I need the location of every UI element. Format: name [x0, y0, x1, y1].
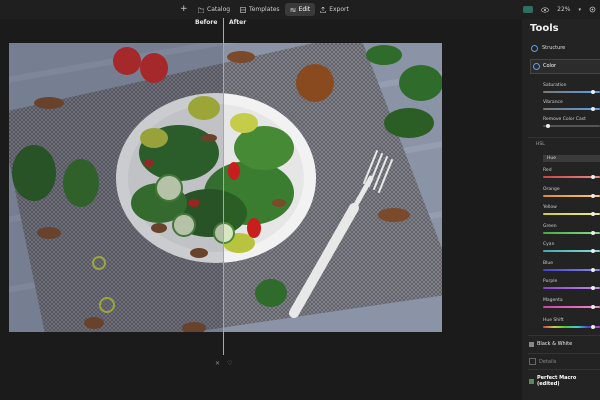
slider-label: Hue Shift: [543, 318, 564, 323]
slider-knob[interactable]: [590, 325, 595, 329]
slider-label: Purple: [543, 279, 558, 284]
slider-label: Red: [543, 168, 552, 173]
slider-knob[interactable]: [590, 193, 595, 198]
template-icon: [240, 6, 246, 13]
slider-knob[interactable]: [590, 249, 595, 253]
slider-track[interactable]: [543, 175, 600, 179]
black-white-section[interactable]: Black & White: [529, 341, 572, 347]
details-section[interactable]: Details: [529, 358, 556, 365]
slider-knob[interactable]: [590, 267, 595, 272]
preset-icon: [529, 378, 534, 384]
photo-illustration: [9, 43, 442, 332]
color-section-header[interactable]: Color: [530, 59, 600, 74]
slider-knob[interactable]: [590, 212, 595, 216]
nav-catalog[interactable]: Catalog: [193, 3, 235, 16]
edit-icon: [289, 7, 296, 12]
canvas-bottom-controls: ✕ ♡: [215, 360, 232, 367]
slider-knob[interactable]: [590, 304, 595, 309]
hue-chip-label: Hue: [547, 156, 557, 161]
slider-track[interactable]: [543, 325, 600, 329]
panel-title: Tools: [530, 23, 559, 34]
slider-label: Magenta: [543, 297, 563, 303]
after-label: After: [229, 19, 247, 26]
slider-label: Saturation: [543, 83, 567, 88]
nav-edit[interactable]: Edit: [284, 3, 316, 16]
slider-track[interactable]: [543, 124, 600, 128]
structure-label: Structure: [542, 45, 566, 51]
salad-photo: [9, 43, 442, 332]
separator: [528, 335, 600, 336]
slider-label: Cyan: [543, 242, 555, 247]
slider-label: Orange: [543, 186, 560, 192]
color-label: Color: [543, 63, 557, 69]
compare-toggle[interactable]: [523, 6, 534, 13]
top-toolbar: + Catalog Templates Edit Export 22% ▾: [0, 0, 600, 19]
slider-track[interactable]: [543, 107, 600, 111]
slider-track[interactable]: [543, 286, 600, 290]
folder-icon: [198, 7, 204, 13]
top-right-controls: 22% ▾: [523, 3, 596, 16]
tools-panel: Tools Structure Color Saturation Vibrance…: [522, 19, 600, 400]
top-nav: Catalog Templates Edit Export: [193, 3, 354, 16]
slider-label: Green: [543, 223, 557, 229]
nav-export[interactable]: Export: [315, 3, 354, 16]
nav-export-label: Export: [329, 6, 349, 13]
eye-icon[interactable]: [541, 6, 550, 13]
close-icon[interactable]: ✕: [215, 360, 220, 367]
nav-templates-label: Templates: [249, 6, 280, 13]
slider-track[interactable]: [543, 90, 600, 94]
chevron-down-icon[interactable]: ▾: [578, 7, 581, 13]
nav-edit-label: Edit: [298, 6, 311, 13]
heart-icon[interactable]: ♡: [227, 360, 232, 367]
structure-radio-icon: [531, 45, 538, 52]
slider-track[interactable]: [543, 267, 600, 272]
slider-label: Blue: [543, 260, 553, 266]
slider-knob[interactable]: [590, 175, 595, 179]
add-icon[interactable]: +: [180, 3, 188, 15]
slider-track[interactable]: [543, 249, 600, 253]
preset-section[interactable]: Perfect Macro (edited): [529, 375, 600, 387]
slider-track[interactable]: [543, 193, 600, 198]
separator: [528, 369, 600, 370]
slider-label: Yellow: [543, 205, 557, 210]
nav-templates[interactable]: Templates: [235, 3, 285, 16]
slider-label: Remove Color Cast: [543, 117, 586, 122]
export-icon: [320, 6, 326, 13]
before-label: Before: [195, 19, 218, 26]
color-radio-icon: [533, 63, 540, 70]
bw-icon: [529, 341, 534, 347]
hue-chip[interactable]: Hue: [543, 155, 600, 162]
black-white-label: Black & White: [537, 341, 573, 347]
slider-knob[interactable]: [590, 286, 595, 290]
slider-knob[interactable]: [545, 124, 550, 128]
separator: [528, 137, 600, 138]
slider-track[interactable]: [543, 230, 600, 235]
slider-label: Vibrance: [543, 100, 563, 105]
slider-track[interactable]: [543, 304, 600, 309]
details-label: Details: [539, 358, 557, 365]
preset-label: Perfect Macro (edited): [536, 375, 577, 387]
slider-knob[interactable]: [590, 230, 595, 235]
hsl-label: HSL: [536, 142, 545, 147]
image-canvas[interactable]: [0, 30, 522, 355]
slider-knob[interactable]: [590, 90, 595, 94]
details-icon: [529, 358, 536, 365]
separator: [528, 353, 600, 354]
nav-catalog-label: Catalog: [207, 6, 231, 13]
zoom-level[interactable]: 22%: [557, 6, 570, 13]
slider-knob[interactable]: [590, 107, 595, 111]
compare-divider[interactable]: [223, 18, 224, 355]
slider-track[interactable]: [543, 212, 600, 216]
gear-icon[interactable]: [589, 6, 596, 13]
